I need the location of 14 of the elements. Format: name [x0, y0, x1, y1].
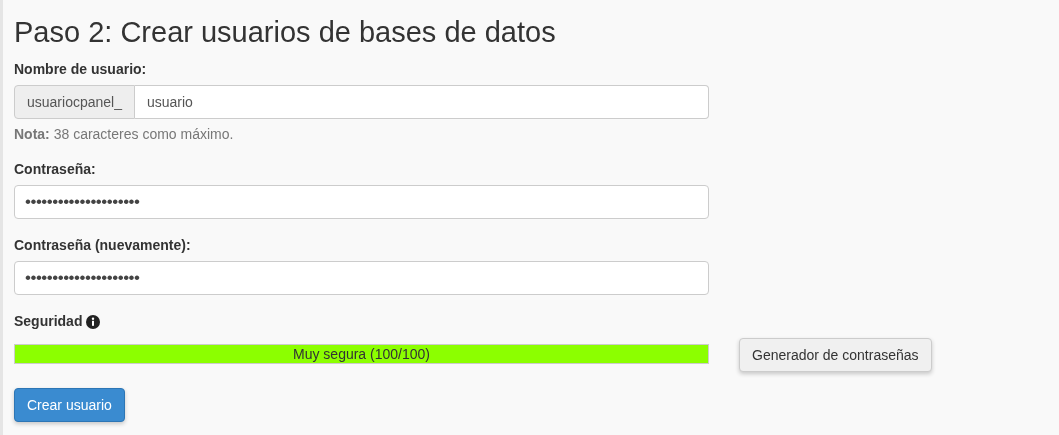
- info-icon[interactable]: [86, 314, 101, 329]
- password-field[interactable]: •••••••••••••••••••••: [14, 261, 709, 295]
- password-field[interactable]: •••••••••••••••••••••: [14, 185, 709, 219]
- username-field[interactable]: usuario: [134, 85, 709, 119]
- field-label: Contraseña:: [14, 160, 97, 179]
- field-label: Nombre de usuario:: [14, 60, 148, 79]
- password-generator-button[interactable]: Generador de contraseñas: [739, 338, 932, 372]
- page-title: Paso 2: Crear usuarios de bases de datos: [14, 15, 557, 50]
- security-label: Seguridad: [14, 312, 83, 331]
- username-prefix: usuariocpanel_: [14, 85, 135, 119]
- strength-reading: Muy segura (100/100): [292, 345, 431, 363]
- note-text: Nota: 38 caracteres como máximo.: [14, 125, 235, 144]
- create-user-button[interactable]: Crear usuario: [14, 388, 125, 422]
- field-label: Contraseña (nuevamente):: [14, 236, 192, 255]
